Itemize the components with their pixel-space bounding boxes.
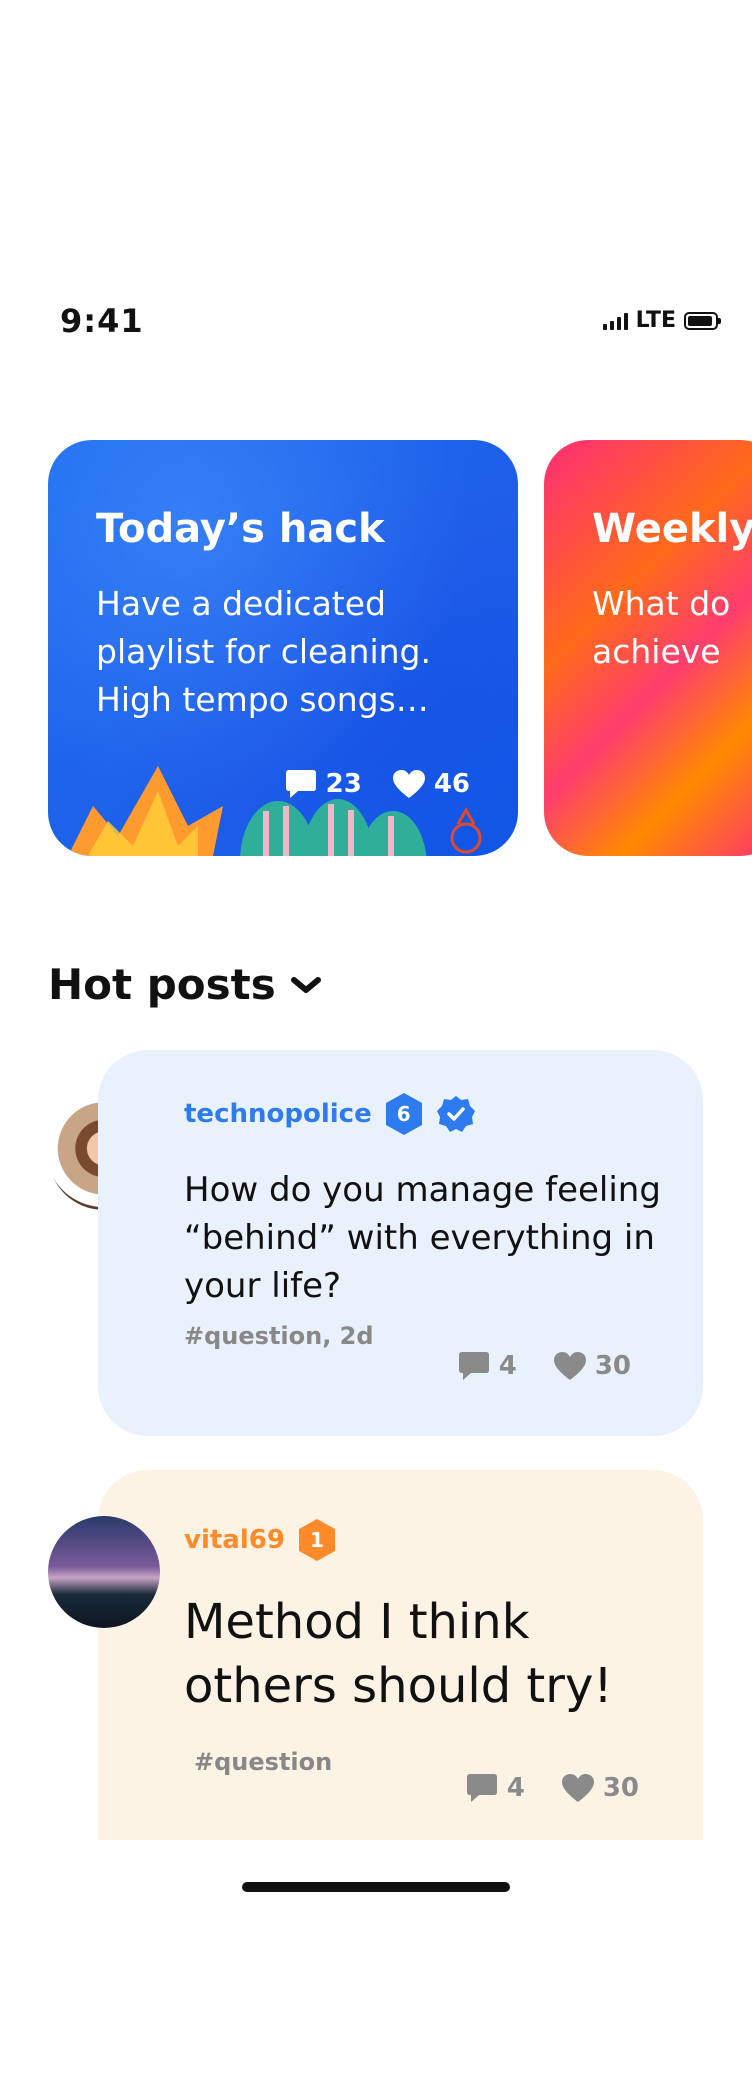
battery-icon [684,311,721,330]
hot-posts-heading[interactable]: Hot posts [48,960,322,1009]
level-badge: 6 [384,1092,424,1136]
comments-count: 4 [498,1351,517,1381]
likes-count: 30 [594,1351,631,1381]
section-title: Hot posts [48,960,276,1009]
likes-stat[interactable]: 30 [553,1351,631,1381]
hack-carousel[interactable]: Today’s hack Have a dedicated playlist f… [0,440,752,860]
chevron-down-icon [290,976,321,993]
post-card[interactable]: vital69 1 Method I think others should t… [98,1470,703,1840]
signal-icon [602,312,628,330]
todays-hack-card[interactable]: Today’s hack Have a dedicated playlist f… [48,440,518,856]
comments-stat[interactable]: 4 [465,1772,525,1804]
weekly-card[interactable]: Weekly What do achieve [544,440,752,856]
likes-count: 30 [602,1773,639,1803]
status-bar: 9:41 LTE [0,290,752,350]
heart-icon [561,1774,594,1802]
level-number: 6 [396,1102,411,1126]
username[interactable]: technopolice [184,1099,372,1129]
post-stats: 4 30 [457,1350,631,1382]
post-author: technopolice 6 [184,1092,476,1136]
card-title: Today’s hack [96,506,385,552]
level-number: 1 [309,1528,324,1552]
avatar[interactable] [48,1516,160,1628]
comment-icon [285,770,316,798]
likes-count: 46 [433,769,470,799]
post-text: How do you manage feeling “behind” with … [184,1170,661,1306]
comments-count: 23 [325,769,362,799]
comment-icon [458,1352,489,1380]
level-badge: 1 [297,1518,337,1562]
post-text: Method I think others should try! [184,1594,613,1714]
card-stats: 23 46 [284,768,470,800]
heart-icon [553,1352,586,1380]
likes-stat[interactable]: 30 [561,1773,639,1803]
likes-stat[interactable]: 46 [392,769,470,799]
verified-badge-icon [436,1096,475,1132]
username[interactable]: vital69 [184,1525,285,1555]
post-stats: 4 30 [465,1772,639,1804]
post-author: vital69 1 [184,1518,337,1562]
status-time: 9:41 [60,302,144,340]
comments-stat[interactable]: 4 [457,1350,517,1382]
card-body: What do achieve [592,584,731,671]
comments-stat[interactable]: 23 [284,768,362,800]
post-tags: #question, 2d [184,1322,374,1350]
home-indicator[interactable] [242,1882,510,1892]
post-tags: #question [194,1748,333,1776]
comment-icon [466,1774,497,1802]
status-indicators: LTE [602,308,721,333]
comments-count: 4 [506,1773,525,1803]
network-label: LTE [635,308,676,333]
post-card[interactable]: technopolice 6 How do you manage feeling… [98,1050,703,1436]
card-body: Have a dedicated playlist for cleaning. … [96,584,431,719]
heart-icon [392,770,425,798]
card-title: Weekly [592,506,752,552]
